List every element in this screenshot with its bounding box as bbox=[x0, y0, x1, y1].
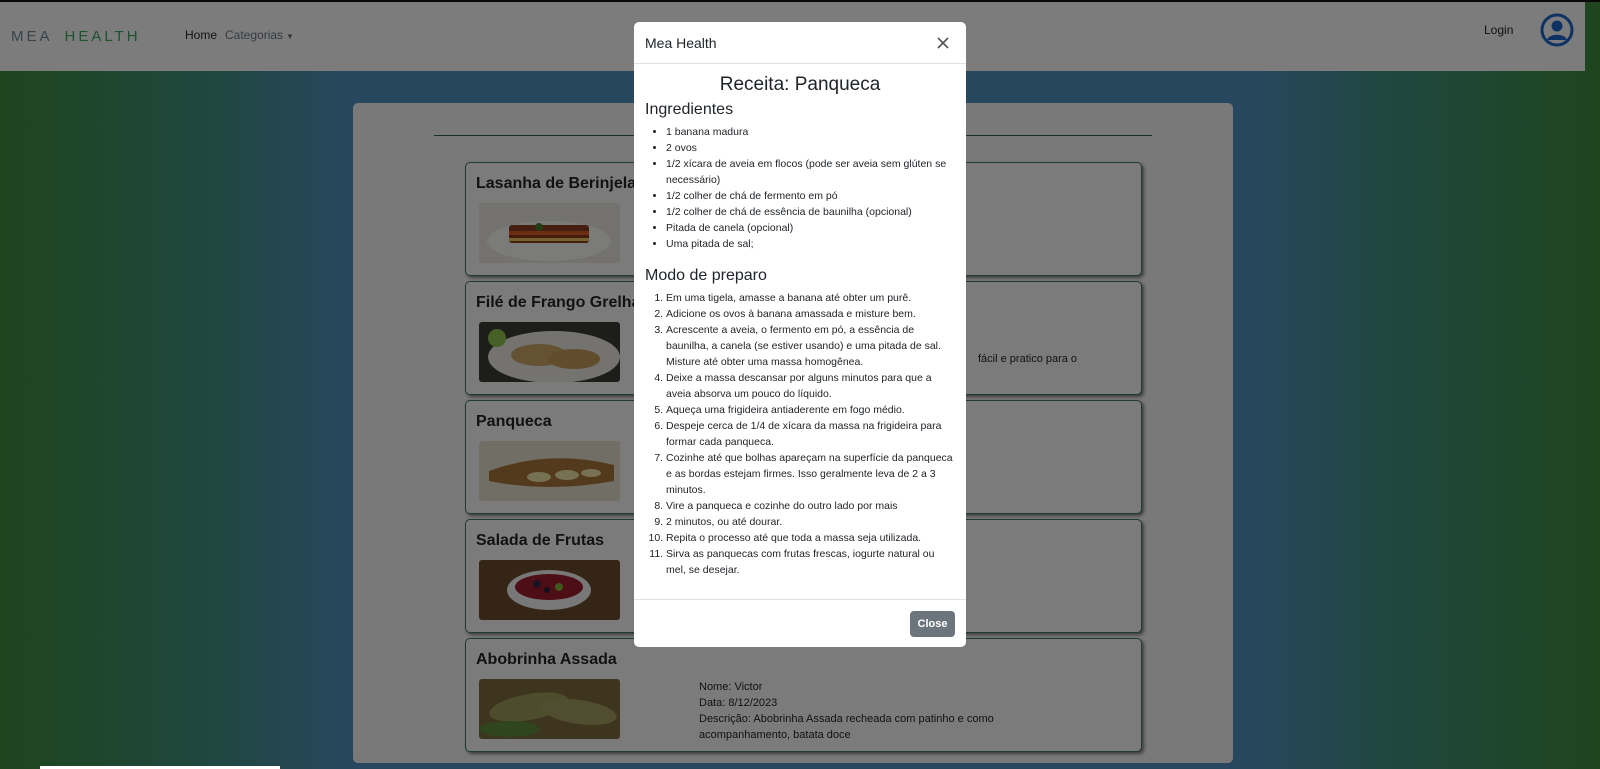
step-item: Acrescente a aveia, o fermento em pó, a … bbox=[666, 322, 955, 370]
step-item: Despeje cerca de 1/4 de xícara da massa … bbox=[666, 418, 955, 450]
step-item: Sirva as panquecas com frutas frescas, i… bbox=[666, 546, 955, 578]
ingredients-list: 1 banana madura 2 ovos 1/2 xícara de ave… bbox=[666, 124, 955, 252]
ingredient-item: Uma pitada de sal; bbox=[666, 236, 955, 252]
step-item: Aqueça uma frigideira antiaderente em fo… bbox=[666, 402, 955, 418]
close-button[interactable]: Close bbox=[910, 611, 955, 637]
steps-heading: Modo de preparo bbox=[645, 267, 767, 284]
steps-list: Em uma tigela, amasse a banana até obter… bbox=[666, 290, 955, 578]
recipe-modal: Mea Health Receita: Panqueca Ingrediente… bbox=[634, 22, 966, 647]
ingredient-item: 2 ovos bbox=[666, 140, 955, 156]
modal-body: Receita: Panqueca Ingredientes 1 banana … bbox=[634, 64, 966, 621]
modal-header: Mea Health bbox=[634, 22, 966, 64]
modal-footer: Close bbox=[634, 599, 966, 647]
ingredient-item: 1 banana madura bbox=[666, 124, 955, 140]
step-item: 2 minutos, ou até dourar. bbox=[666, 514, 955, 530]
recipe-heading: Receita: Panqueca bbox=[719, 74, 881, 95]
step-item: Em uma tigela, amasse a banana até obter… bbox=[666, 290, 955, 306]
ingredient-item: Pitada de canela (opcional) bbox=[666, 220, 955, 236]
ingredient-item: 1/2 xícara de aveia em flocos (pode ser … bbox=[666, 156, 955, 188]
step-item: Deixe a massa descansar por alguns minut… bbox=[666, 370, 955, 402]
ingredient-item: 1/2 colher de chá de essência de baunilh… bbox=[666, 204, 955, 220]
modal-title: Mea Health bbox=[645, 35, 717, 51]
ingredient-item: 1/2 colher de chá de fermento em pó bbox=[666, 188, 955, 204]
close-icon[interactable] bbox=[934, 34, 952, 52]
ingredients-heading: Ingredientes bbox=[645, 101, 734, 118]
step-item: Repita o processo até que toda a massa s… bbox=[666, 530, 955, 546]
step-item: Cozinhe até que bolhas apareçam na super… bbox=[666, 450, 955, 498]
step-item: Vire a panqueca e cozinhe do outro lado … bbox=[666, 498, 955, 514]
step-item: Adicione os ovos à banana amassada e mis… bbox=[666, 306, 955, 322]
